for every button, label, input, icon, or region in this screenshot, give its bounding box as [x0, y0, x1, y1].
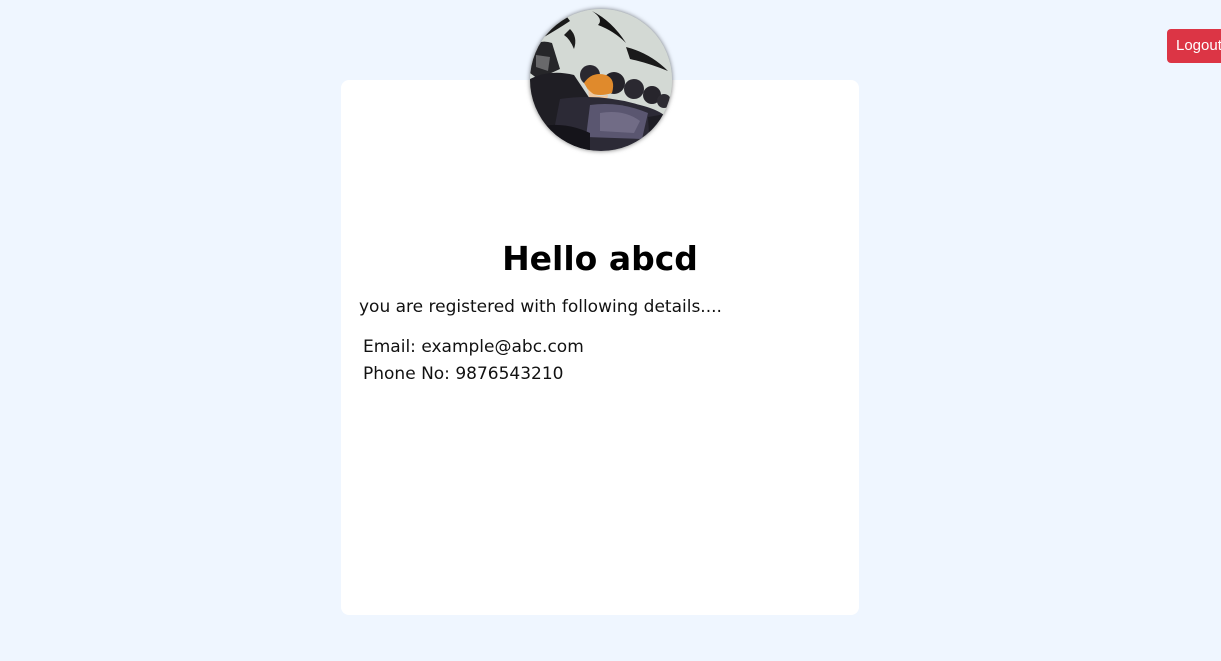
phone-value: 9876543210	[455, 364, 564, 384]
logout-button[interactable]: Logout	[1167, 29, 1221, 63]
profile-page: Logout Hello abcd you are registered wit…	[0, 0, 1221, 661]
avatar-image	[530, 9, 672, 151]
email-label: Email:	[363, 337, 416, 357]
greeting-heading: Hello abcd	[341, 236, 859, 282]
registration-intro-text: you are registered with following detail…	[359, 297, 722, 317]
greeting-prefix: Hello	[502, 239, 598, 278]
phone-row: Phone No: 9876543210	[363, 361, 584, 388]
profile-avatar	[530, 9, 672, 151]
greeting-username: abcd	[608, 239, 698, 278]
email-value: example@abc.com	[421, 337, 584, 357]
phone-label: Phone No:	[363, 364, 450, 384]
email-row: Email: example@abc.com	[363, 334, 584, 361]
registration-details: Email: example@abc.com Phone No: 9876543…	[363, 334, 584, 388]
